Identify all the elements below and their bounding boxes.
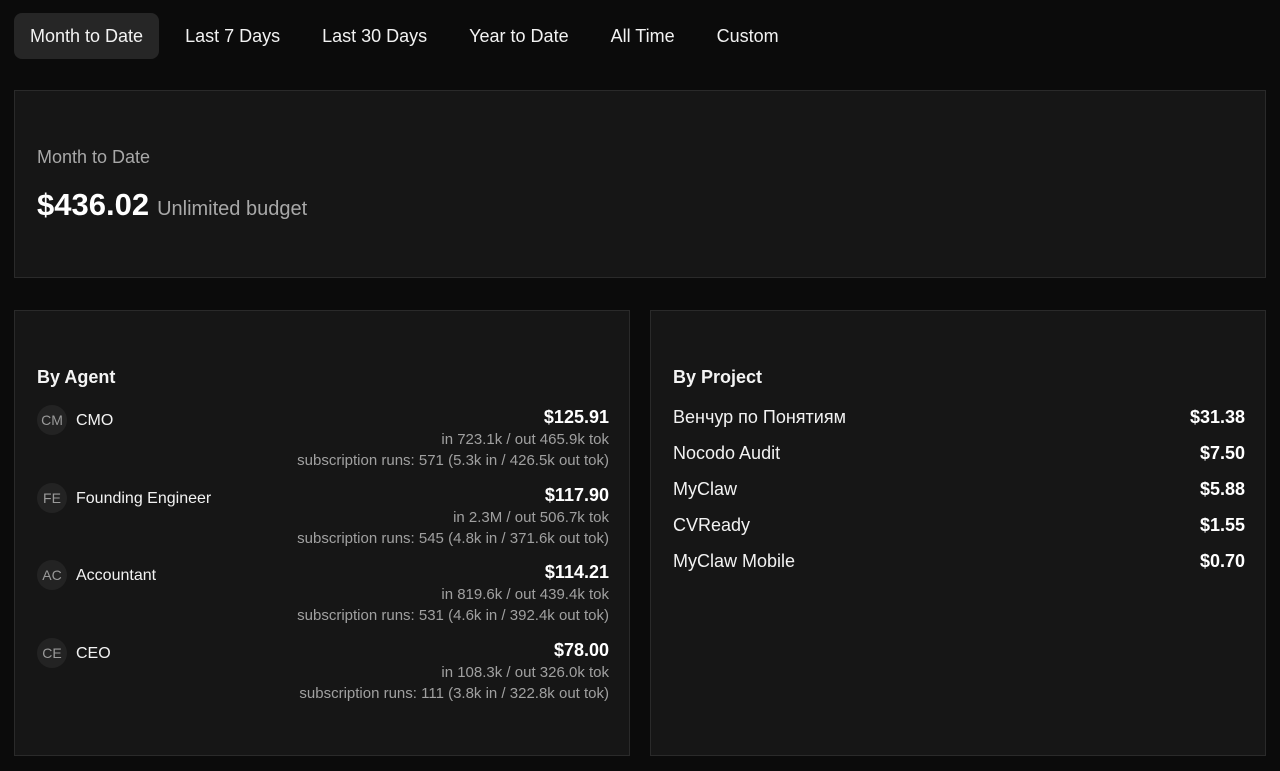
project-row: CVReady $1.55 — [673, 515, 1245, 551]
agent-cost: $117.90 — [544, 484, 609, 505]
agent-subscription-runs: subscription runs: 571 (5.3k in / 426.5k… — [297, 452, 609, 469]
agent-token-usage: in 2.3M / out 506.7k tok — [453, 508, 609, 526]
project-name: CVReady — [673, 515, 751, 535]
project-name: Венчур по Понятиям — [673, 407, 846, 427]
tab-year-to-date[interactable]: Year to Date — [453, 13, 584, 59]
tab-month-to-date[interactable]: Month to Date — [14, 13, 160, 59]
tab-last-7-days[interactable]: Last 7 Days — [169, 13, 296, 59]
agent-cost-details: $117.90 in 2.3M / out 506.7k tok subscri… — [297, 483, 609, 549]
budget-status: Unlimited budget — [157, 198, 308, 220]
total-spend-amount: $436.02 — [37, 187, 150, 222]
project-name: MyClaw — [673, 479, 738, 499]
agent-cost-details: $78.00 in 108.3k / out 326.0k tok subscr… — [299, 638, 609, 704]
agent-name: CMO — [76, 412, 114, 429]
agent-name: Accountant — [76, 567, 157, 584]
agent-token-usage: in 723.1k / out 465.9k tok — [441, 431, 609, 448]
project-cost: $5.88 — [1199, 479, 1245, 499]
agent-row: AC Accountant $114.21 in 819.6k / out 43… — [37, 560, 609, 638]
agent-cost: $125.91 — [543, 407, 609, 427]
project-row: Венчур по Понятиям $31.38 — [673, 407, 1245, 443]
tab-custom[interactable]: Custom — [701, 13, 795, 59]
project-name: Nocodo Audit — [673, 443, 781, 463]
project-row: MyClaw Mobile $0.70 — [673, 551, 1245, 587]
project-cost: $0.70 — [1199, 551, 1245, 571]
agent-token-usage: in 819.6k / out 439.4k tok — [441, 586, 609, 603]
agent-cost-details: $125.91 in 723.1k / out 465.9k tok subsc… — [297, 405, 609, 471]
project-list: Венчур по Понятиям $31.38 Nocodo Audit $… — [673, 407, 1245, 587]
avatar: CM — [37, 405, 67, 435]
agent-list: CM CMO $125.91 in 723.1k / out 465.9k to… — [37, 405, 609, 715]
agent-subscription-runs: subscription runs: 545 (4.8k in / 371.6k… — [297, 529, 609, 547]
agent-name: Founding Engineer — [76, 489, 212, 507]
agent-token-usage: in 108.3k / out 326.0k tok — [441, 663, 609, 681]
project-cost: $31.38 — [1189, 407, 1245, 427]
avatar: AC — [37, 560, 67, 590]
project-row: Nocodo Audit $7.50 — [673, 443, 1245, 479]
avatar: FE — [37, 482, 67, 513]
agent-subscription-runs: subscription runs: 111 (3.8k in / 322.8k… — [299, 684, 609, 702]
by-project-card: By Project Венчур по Понятиям $31.38 Noc… — [650, 310, 1266, 756]
by-agent-title: By Agent — [37, 367, 116, 387]
project-row: MyClaw $5.88 — [673, 479, 1245, 515]
project-name: MyClaw Mobile — [673, 551, 796, 571]
tab-last-30-days[interactable]: Last 30 Days — [306, 13, 443, 59]
summary-period-label: Month to Date — [37, 147, 151, 167]
by-agent-card: By Agent CM CMO $125.91 in 723.1k / out … — [14, 310, 630, 756]
spend-summary-card: Month to Date $436.02 Unlimited budget — [14, 90, 1266, 278]
agent-cost-details: $114.21 in 819.6k / out 439.4k tok subsc… — [297, 560, 609, 626]
project-cost: $7.50 — [1199, 443, 1245, 463]
agent-subscription-runs: subscription runs: 531 (4.6k in / 392.4k… — [297, 607, 609, 624]
summary-value-row: $436.02 Unlimited budget — [37, 187, 307, 223]
project-cost: $1.55 — [1199, 515, 1245, 535]
avatar: CE — [37, 637, 67, 668]
agent-name: CEO — [76, 644, 111, 662]
agent-row: FE Founding Engineer $117.90 in 2.3M / o… — [37, 482, 609, 561]
agent-row: CE CEO $78.00 in 108.3k / out 326.0k tok… — [37, 637, 609, 716]
date-range-tabs: Month to Date Last 7 Days Last 30 Days Y… — [14, 13, 805, 59]
by-project-title: By Project — [673, 367, 763, 387]
tab-all-time[interactable]: All Time — [595, 13, 691, 59]
agent-cost: $114.21 — [544, 562, 609, 582]
agent-row: CM CMO $125.91 in 723.1k / out 465.9k to… — [37, 405, 609, 483]
agent-cost: $78.00 — [553, 639, 609, 660]
